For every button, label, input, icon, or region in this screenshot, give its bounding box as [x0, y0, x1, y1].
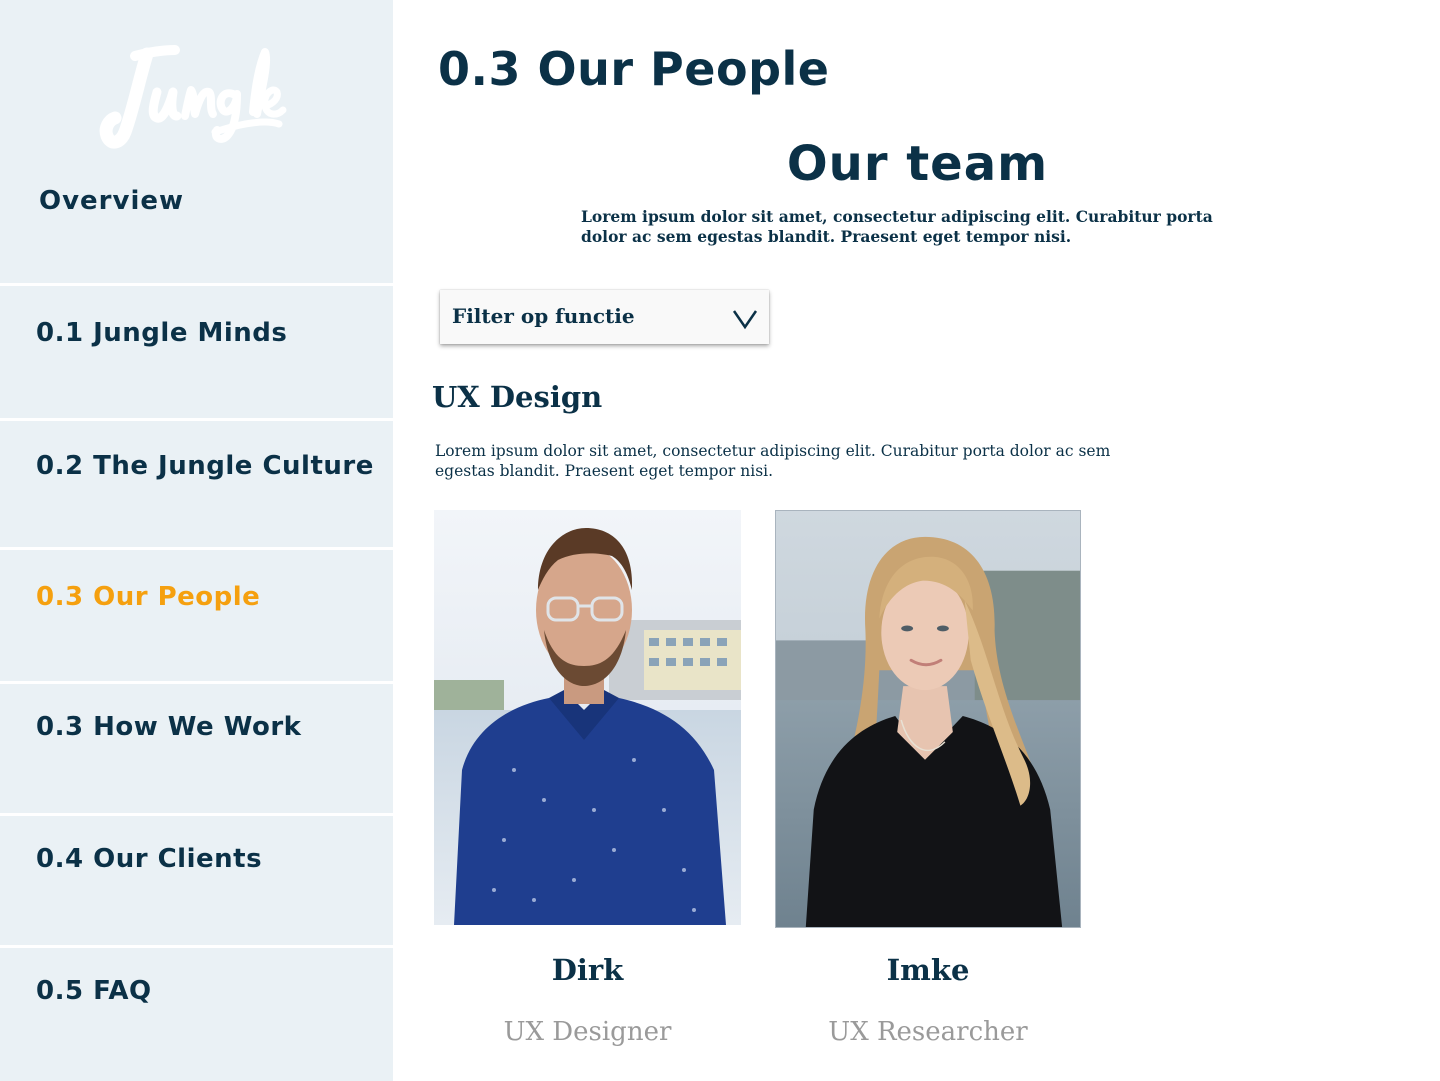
sidebar-item-label: 0.5 FAQ	[36, 976, 152, 1006]
sidebar-item-label: 0.4 Our Clients	[36, 844, 263, 874]
sidebar-item-jungle-minds[interactable]: 0.1 Jungle Minds	[0, 286, 393, 421]
sidebar-item-faq[interactable]: 0.5 FAQ	[0, 948, 393, 1081]
team-title: Our team	[786, 136, 1049, 192]
page: Overview 0.1 Jungle Minds 0.2 The Jungle…	[0, 0, 1440, 1081]
sidebar-item-label: 0.1 Jungle Minds	[36, 318, 288, 348]
filter-dropdown[interactable]: Filter op functie	[440, 290, 769, 344]
section-description: Lorem ipsum dolor sit amet, consectetur …	[435, 442, 1111, 480]
team-intro-text: Lorem ipsum dolor sit amet, consectetur …	[581, 207, 1213, 246]
person-photo[interactable]	[434, 510, 741, 925]
sidebar-item-our-clients[interactable]: 0.4 Our Clients	[0, 816, 393, 948]
person-card[interactable]: Imke UX Researcher	[775, 510, 1081, 1070]
sidebar-item-label: 0.3 How We Work	[36, 712, 302, 742]
filter-label: Filter op functie	[452, 304, 635, 328]
sidebar-item-jungle-culture[interactable]: 0.2 The Jungle Culture	[0, 421, 393, 550]
person-photo[interactable]	[775, 510, 1081, 928]
section-title: UX Design	[432, 380, 603, 414]
person-role: UX Designer	[503, 1017, 672, 1047]
sidebar-item-how-we-work[interactable]: 0.3 How We Work	[0, 684, 393, 816]
person-photo-image	[434, 510, 741, 925]
chevron-down-icon	[731, 308, 759, 330]
page-title: 0.3 Our People	[438, 42, 830, 96]
person-role: UX Researcher	[828, 1017, 1028, 1047]
sidebar-item-label: 0.2 The Jungle Culture	[36, 451, 374, 481]
sidebar-item-our-people[interactable]: 0.3 Our People	[0, 550, 393, 684]
person-photo-image	[776, 511, 1080, 927]
sidebar-item-label: 0.3 Our People	[36, 582, 261, 612]
person-name: Imke	[886, 953, 970, 987]
person-name: Dirk	[551, 953, 624, 987]
person-card[interactable]: Dirk UX Designer	[434, 510, 741, 1070]
